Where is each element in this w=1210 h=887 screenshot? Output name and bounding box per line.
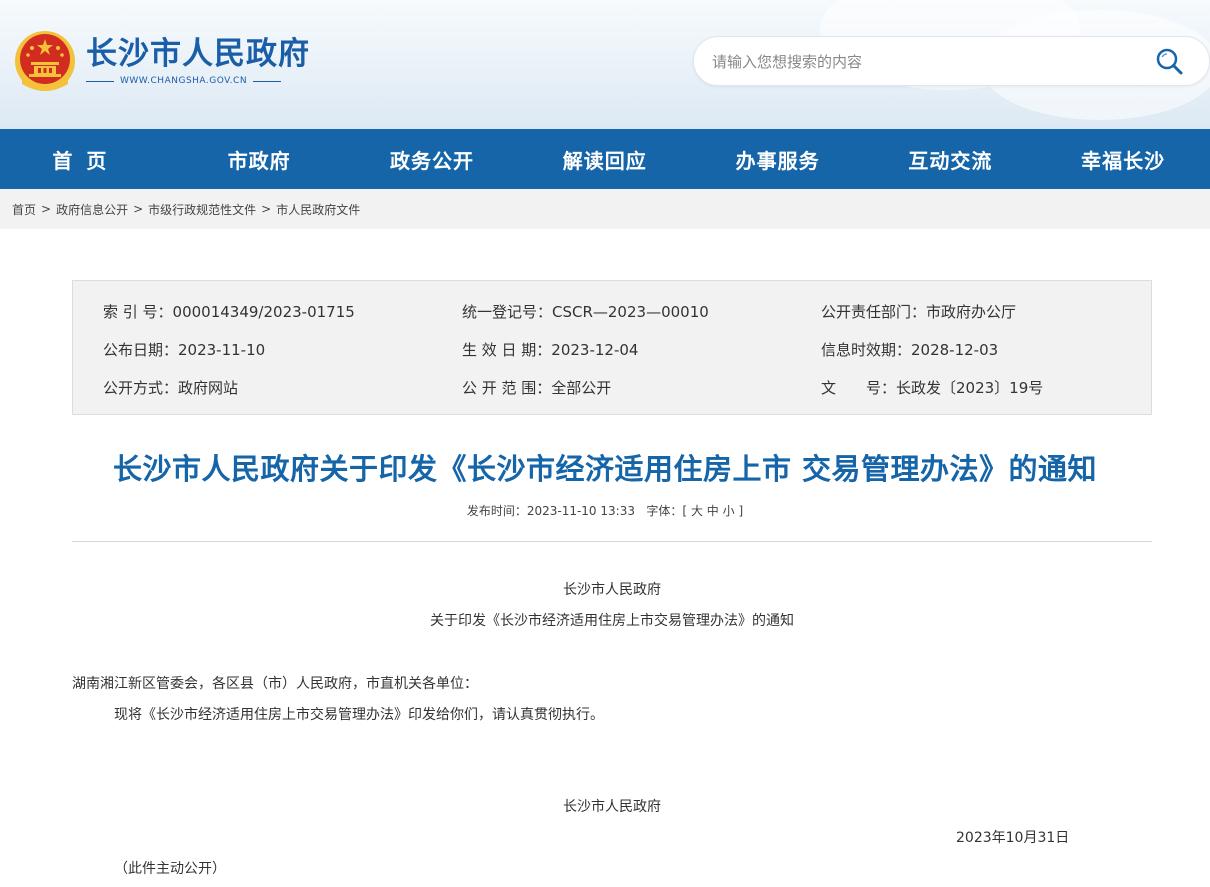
nav-item-services[interactable]: 办事服务	[691, 129, 864, 189]
meta-reg-no: 统一登记号：CSCR—2023—00010	[462, 303, 709, 321]
site-domain: WWW.CHANGSHA.GOV.CN	[120, 76, 248, 86]
nav-item-interaction[interactable]: 互动交流	[864, 129, 1037, 189]
national-emblem-icon	[15, 31, 75, 91]
public-note: （此件主动公开）	[114, 861, 226, 877]
main-nav: 首页 市政府 政务公开 解读回应 办事服务 互动交流 幸福长沙	[0, 129, 1210, 189]
site-logo[interactable]: 长沙市人民政府 WWW.CHANGSHA.GOV.CN	[14, 28, 310, 94]
divider-line	[253, 80, 282, 82]
recipients: 湖南湘江新区管委会，各区县（市）人民政府，市直机关各单位：	[72, 676, 478, 692]
font-size-small[interactable]: 小	[723, 504, 735, 518]
nav-item-home[interactable]: 首页	[0, 129, 173, 189]
article-subtitle: 关于印发《长沙市经济适用住房上市交易管理办法》的通知	[430, 613, 794, 629]
nav-item-happy-changsha[interactable]: 幸福长沙	[1037, 129, 1210, 189]
document-meta-box: 索 引 号：000014349/2023-01715 统一登记号：CSCR—20…	[72, 280, 1152, 415]
site-name: 长沙市人民政府	[86, 36, 310, 72]
search-box	[693, 36, 1210, 86]
meta-index-no: 索 引 号：000014349/2023-01715	[103, 303, 355, 321]
nav-label: 市政府	[227, 148, 291, 173]
nav-label: 解读回应	[562, 148, 647, 173]
nav-label: 政务公开	[389, 148, 474, 173]
breadcrumb-separator: >	[261, 202, 272, 216]
meta-doc-no: 文 号：长政发〔2023〕19号	[821, 379, 1044, 397]
breadcrumb-home[interactable]: 首页	[12, 201, 36, 218]
breadcrumb-gov-info[interactable]: 政府信息公开	[56, 201, 128, 218]
signature: 长沙市人民政府	[563, 799, 661, 815]
meta-scope: 公 开 范 围：全部公开	[462, 379, 612, 397]
divider-line	[86, 80, 114, 82]
nav-label: 互动交流	[908, 148, 993, 173]
title-divider	[72, 541, 1152, 542]
publish-info: 发布时间：2023-11-10 13:33 字体：[ 大 中 小 ]	[0, 502, 1210, 519]
nav-label: 办事服务	[735, 148, 820, 173]
search-button[interactable]	[1152, 45, 1186, 79]
publish-time: 发布时间：2023-11-10 13:33	[466, 504, 635, 518]
breadcrumb: 首页 > 政府信息公开 > 市级行政规范性文件 > 市人民政府文件	[0, 189, 1210, 229]
font-size-close: ]	[738, 504, 744, 518]
meta-pub-date: 公布日期：2023-11-10	[103, 341, 266, 359]
nav-label: 幸福长沙	[1081, 148, 1166, 173]
meta-method: 公开方式：政府网站	[103, 379, 239, 397]
nav-item-open-affairs[interactable]: 政务公开	[346, 129, 519, 189]
nav-item-government[interactable]: 市政府	[173, 129, 346, 189]
meta-expire: 信息时效期：2028-12-03	[821, 341, 999, 359]
font-size-large[interactable]: 大	[691, 504, 703, 518]
article-title: 长沙市人民政府关于印发《长沙市经济适用住房上市 交易管理办法》的通知	[112, 452, 1098, 486]
breadcrumb-normative-docs[interactable]: 市级行政规范性文件	[148, 201, 256, 218]
meta-dept: 公开责任部门：市政府办公厅	[821, 303, 1017, 321]
body-paragraph: 现将《长沙市经济适用住房上市交易管理办法》印发给你们，请认真贯彻执行。	[114, 707, 604, 723]
search-icon	[1156, 48, 1183, 75]
search-input[interactable]	[712, 49, 1132, 75]
breadcrumb-separator: >	[41, 202, 52, 216]
nav-item-interpretation[interactable]: 解读回应	[518, 129, 691, 189]
site-header: 长沙市人民政府 WWW.CHANGSHA.GOV.CN	[0, 0, 1210, 129]
meta-eff-date: 生 效 日 期：2023-12-04	[462, 341, 639, 359]
issuer-header: 长沙市人民政府	[563, 582, 661, 598]
font-size-medium[interactable]: 中	[707, 504, 719, 518]
sign-date: 2023年10月31日	[956, 830, 1070, 846]
breadcrumb-city-gov-docs[interactable]: 市人民政府文件	[276, 201, 360, 218]
font-size-label: 字体：[	[646, 504, 688, 518]
nav-label: 首页	[52, 148, 121, 173]
breadcrumb-separator: >	[133, 202, 144, 216]
